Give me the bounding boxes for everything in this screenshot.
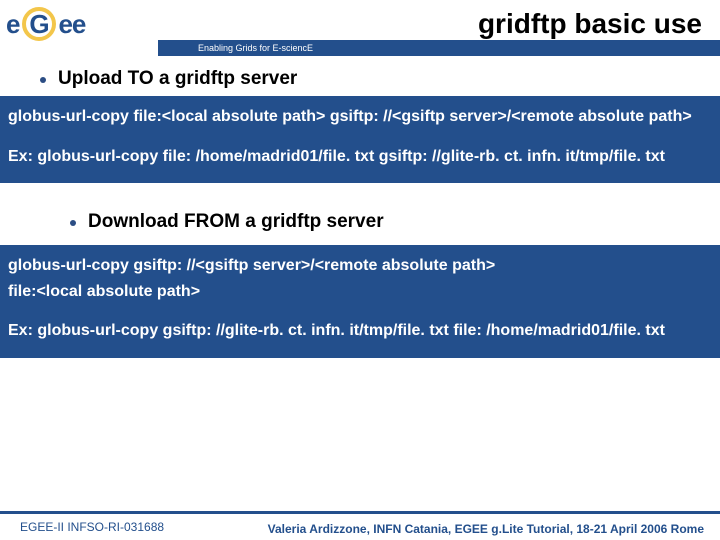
bullet-upload: Upload TO a gridftp server: [0, 60, 720, 96]
footer: EGEE-II INFSO-RI-031688 Valeria Ardizzon…: [0, 512, 720, 540]
footer-left-text: EGEE-II INFSO-RI-031688: [20, 520, 164, 534]
code-upload: globus-url-copy file:<local absolute pat…: [0, 96, 720, 183]
logo-wrap: e G ee: [0, 0, 175, 48]
tagline-text: Enabling Grids for E-sciencE: [198, 43, 313, 53]
code-download: globus-url-copy gsiftp: //<gsiftp server…: [0, 245, 720, 358]
code-upload-cmd: globus-url-copy file:<local absolute pat…: [8, 106, 706, 128]
egee-logo: e G ee: [0, 7, 85, 41]
code-download-example: Ex: globus-url-copy gsiftp: //glite-rb. …: [8, 320, 706, 342]
footer-divider: [0, 511, 720, 514]
logo-text-left: e: [6, 9, 19, 40]
logo-text-right: ee: [58, 9, 85, 40]
footer-right-text: Valeria Ardizzone, INFN Catania, EGEE g.…: [268, 522, 704, 536]
code-upload-example: Ex: globus-url-copy file: /home/madrid01…: [8, 146, 706, 168]
body: Upload TO a gridftp server globus-url-co…: [0, 60, 720, 358]
bullet-download: Download FROM a gridftp server: [0, 203, 720, 239]
code-download-cmd-1: globus-url-copy gsiftp: //<gsiftp server…: [8, 255, 706, 277]
code-download-cmd-2: file:<local absolute path>: [8, 281, 706, 303]
bullet-dot-icon: [40, 77, 46, 83]
tagline-bar: Enabling Grids for E-sciencE: [158, 40, 720, 56]
bullet-dot-icon: [70, 220, 76, 226]
slide: e G ee gridftp basic use Enabling Grids …: [0, 0, 720, 540]
bullet-download-text: Download FROM a gridftp server: [88, 211, 384, 233]
logo-g: G: [29, 9, 48, 40]
slide-title: gridftp basic use: [478, 8, 702, 40]
bullet-upload-text: Upload TO a gridftp server: [58, 68, 297, 90]
